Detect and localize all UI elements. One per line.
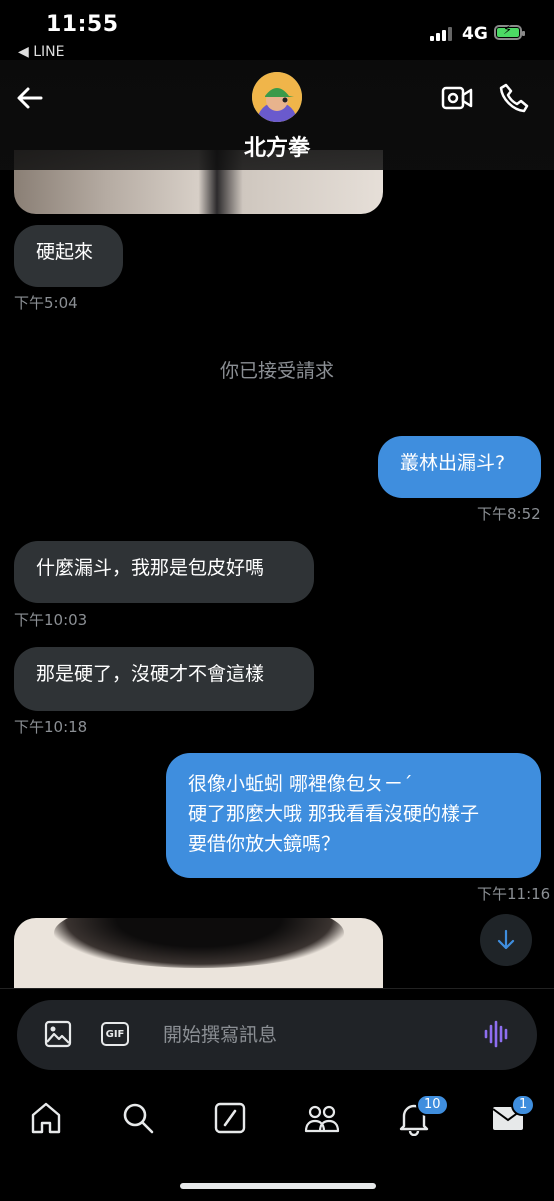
message-text-line: 很像小蚯蚓 哪裡像包ㄆㄧˊ	[188, 773, 413, 795]
message-text: 硬起來	[36, 241, 94, 263]
message-timestamp: 下午5:04	[14, 294, 78, 312]
bottom-tab-bar: 10 1	[0, 1088, 554, 1148]
message-timestamp: 下午10:03	[14, 611, 88, 629]
message-text: 什麼漏斗，我那是包皮好嗎	[36, 557, 265, 579]
outgoing-message[interactable]: 很像小蚯蚓 哪裡像包ㄆㄧˊ 硬了那麼大哦 那我看看沒硬的樣子 要借你放大鏡嗎？	[166, 753, 541, 878]
gif-button[interactable]: GIF	[101, 1022, 129, 1046]
incoming-message[interactable]: 那是硬了，沒硬才不會這樣	[14, 647, 314, 711]
message-text: 叢林出漏斗?	[400, 452, 506, 474]
system-message: 你已接受請求	[219, 360, 334, 382]
photo-message-image[interactable]	[14, 918, 383, 998]
conversation-header: 北方拳	[0, 60, 554, 170]
video-call-icon[interactable]	[441, 84, 473, 112]
network-type: 4G	[462, 24, 488, 44]
messages-badge: 1	[511, 1094, 536, 1116]
search-icon[interactable]	[120, 1100, 156, 1136]
image-icon[interactable]	[44, 1020, 72, 1048]
outgoing-message[interactable]: 叢林出漏斗?	[378, 436, 541, 498]
phone-call-icon[interactable]	[498, 82, 530, 114]
back-to-app-link[interactable]: ◀ LINE	[18, 44, 64, 60]
incoming-message[interactable]: 硬起來	[14, 225, 123, 287]
message-timestamp: 下午8:52	[477, 505, 541, 523]
message-text-line: 硬了那麼大哦 那我看看沒硬的樣子	[188, 803, 480, 825]
home-indicator	[180, 1183, 376, 1189]
avatar[interactable]	[252, 72, 302, 122]
status-time: 11:55	[46, 12, 119, 37]
arrow-down-icon	[497, 929, 515, 950]
scroll-to-bottom-button[interactable]	[480, 914, 532, 966]
message-input[interactable]: 開始撰寫訊息	[163, 1020, 277, 1047]
battery-icon: ⚡	[494, 23, 525, 40]
compose-icon[interactable]	[212, 1100, 248, 1136]
back-arrow-icon[interactable]	[14, 82, 46, 114]
signal-icon	[430, 27, 452, 41]
notifications-badge: 10	[416, 1094, 449, 1116]
message-timestamp: 下午10:18	[14, 718, 88, 736]
communities-icon[interactable]	[304, 1100, 340, 1136]
incoming-message[interactable]: 什麼漏斗，我那是包皮好嗎	[14, 541, 314, 603]
message-timestamp: 下午11:16	[477, 885, 551, 903]
message-text-line: 要借你放大鏡嗎？	[188, 833, 341, 855]
conversation-title: 北方拳	[243, 136, 310, 161]
home-icon[interactable]	[28, 1100, 64, 1136]
message-text: 那是硬了，沒硬才不會這樣	[36, 663, 265, 685]
voice-message-icon[interactable]	[483, 1020, 511, 1048]
